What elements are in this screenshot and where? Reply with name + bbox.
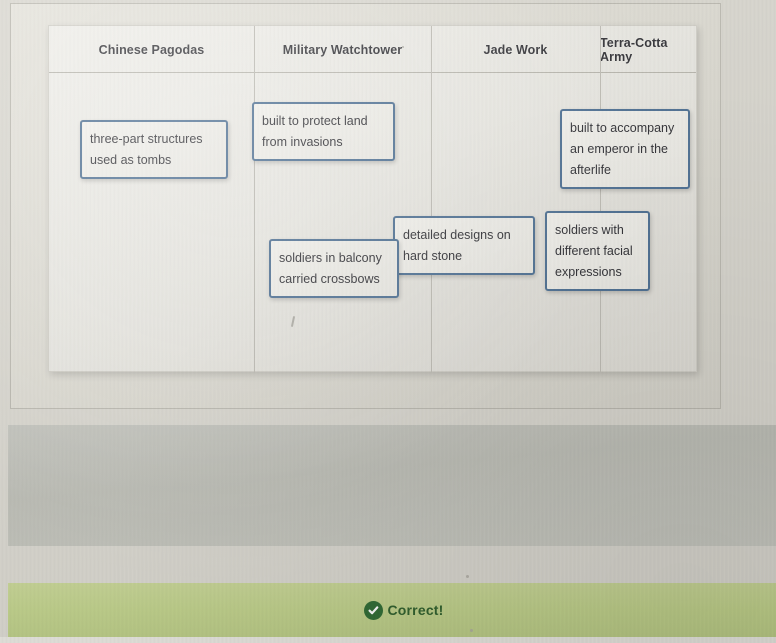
column-header-jade-work[interactable]: Jade Work bbox=[431, 26, 600, 73]
tile-line: from invasions bbox=[262, 135, 343, 149]
tile-line: afterlife bbox=[570, 163, 611, 177]
answer-tile-built-to-accompany-emperor[interactable]: built to accompany an emperor in the aft… bbox=[560, 109, 690, 189]
tile-line: an emperor in the bbox=[570, 142, 668, 156]
feedback-message: Correct! bbox=[387, 602, 444, 618]
tile-line: soldiers in balcony bbox=[279, 251, 382, 265]
column-header-chinese-pagodas[interactable]: Chinese Pagodas bbox=[49, 26, 254, 73]
image-speck bbox=[470, 629, 473, 632]
tile-line: carried crossbows bbox=[279, 272, 380, 286]
lower-gray-panel bbox=[8, 425, 776, 546]
image-speck bbox=[290, 315, 296, 328]
tile-line: different facial bbox=[555, 244, 633, 258]
tile-line: hard stone bbox=[403, 249, 463, 263]
column-divider bbox=[431, 26, 432, 373]
tile-line: detailed designs on bbox=[403, 228, 511, 242]
answer-tile-soldiers-different-facial-expressions[interactable]: soldiers with different facial expressio… bbox=[545, 211, 650, 291]
tile-line: expressions bbox=[555, 265, 622, 279]
column-header-military-watchtower[interactable]: Military Watchtower bbox=[254, 26, 431, 73]
image-speck bbox=[466, 575, 469, 578]
tile-line: built to protect land bbox=[262, 114, 368, 128]
feedback-banner: Correct! bbox=[8, 583, 776, 637]
column-header-label: Chinese Pagodas bbox=[98, 42, 205, 57]
table-header-row: Chinese Pagodas Military Watchtower Jade… bbox=[49, 26, 696, 73]
tile-line: soldiers with bbox=[555, 223, 624, 237]
answer-tile-soldiers-in-balcony[interactable]: soldiers in balcony carried crossbows bbox=[269, 239, 399, 298]
column-header-label: Jade Work bbox=[483, 42, 548, 57]
column-divider bbox=[254, 26, 255, 373]
bottom-edge-sliver bbox=[0, 637, 776, 643]
answer-tile-detailed-designs-on-hard-stone[interactable]: detailed designs on hard stone bbox=[393, 216, 535, 275]
image-speck bbox=[402, 46, 404, 48]
column-header-label: Military Watchtower bbox=[282, 42, 403, 57]
answer-tile-three-part-structures[interactable]: three-part structures used as tombs bbox=[80, 120, 228, 179]
column-divider bbox=[600, 26, 601, 373]
tile-line: used as tombs bbox=[90, 153, 172, 167]
answer-tile-built-to-protect-land[interactable]: built to protect land from invasions bbox=[252, 102, 395, 161]
column-header-terra-cotta-army[interactable]: Terra-Cotta Army bbox=[600, 26, 698, 73]
tile-line: built to accompany bbox=[570, 121, 675, 135]
categorization-table: Chinese Pagodas Military Watchtower Jade… bbox=[48, 25, 697, 373]
column-header-label: Terra-Cotta Army bbox=[600, 35, 668, 64]
check-circle-icon bbox=[364, 600, 384, 620]
tile-line: three-part structures bbox=[90, 132, 203, 146]
